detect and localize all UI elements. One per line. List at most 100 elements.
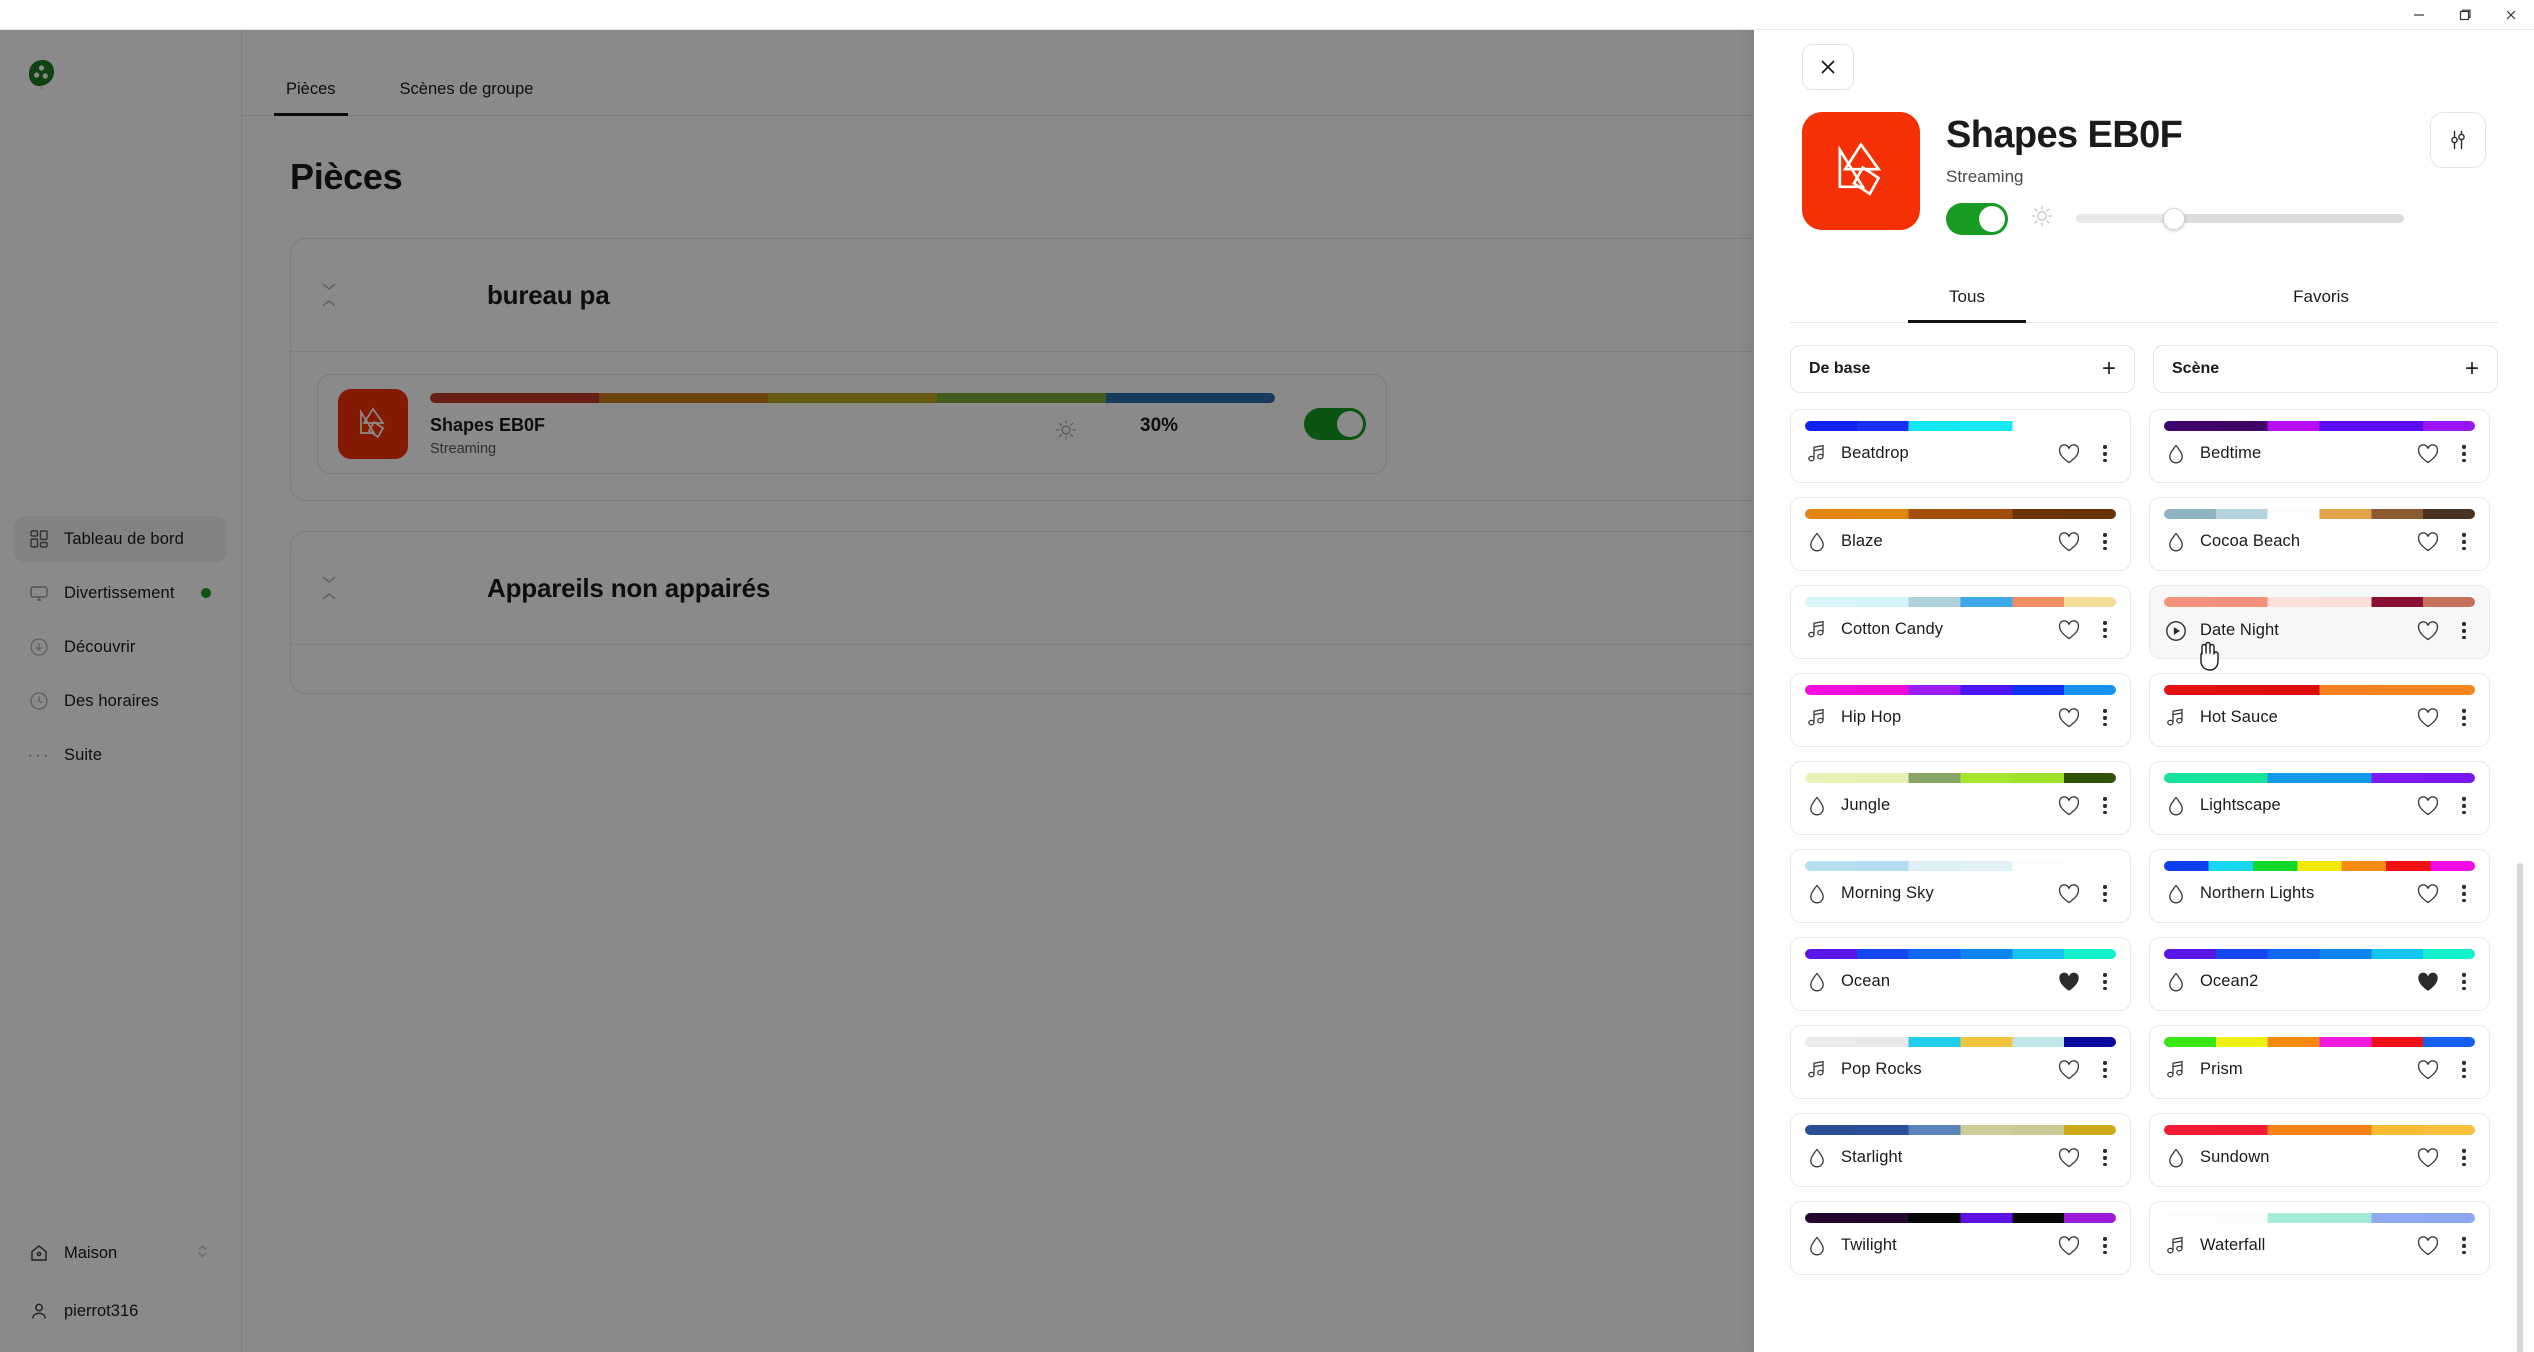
tab-pieces[interactable]: Pièces — [274, 80, 348, 116]
scene-card[interactable]: Sundown — [2149, 1112, 2490, 1187]
more-options-icon[interactable] — [2094, 709, 2116, 727]
more-options-icon[interactable] — [2094, 973, 2116, 991]
scene-card[interactable]: Hip Hop — [1790, 672, 2131, 747]
favorite-outline-icon[interactable] — [2415, 620, 2441, 642]
scene-card[interactable]: Waterfall — [2149, 1200, 2490, 1275]
ellipsis-icon: ··· — [27, 745, 51, 764]
add-icon[interactable]: + — [2102, 356, 2116, 381]
favorite-outline-icon[interactable] — [2415, 1235, 2441, 1257]
more-options-icon[interactable] — [2453, 1149, 2475, 1167]
more-options-icon[interactable] — [2453, 1061, 2475, 1079]
app-logo[interactable] — [0, 30, 241, 116]
favorite-outline-icon[interactable] — [2415, 531, 2441, 553]
panel-close-button[interactable] — [1802, 44, 1854, 90]
favorite-outline-icon[interactable] — [2415, 1147, 2441, 1169]
window-maximize-button[interactable] — [2442, 0, 2488, 30]
scene-card[interactable]: Lightscape — [2149, 760, 2490, 835]
more-options-icon[interactable] — [2453, 885, 2475, 903]
sidebar-item-divertissement[interactable]: Divertissement — [14, 570, 227, 616]
favorite-outline-icon[interactable] — [2415, 1059, 2441, 1081]
favorite-outline-icon[interactable] — [2415, 795, 2441, 817]
device-thumbnail — [338, 389, 408, 459]
favorite-outline-icon[interactable] — [2056, 1059, 2082, 1081]
add-icon[interactable]: + — [2465, 356, 2479, 381]
favorite-outline-icon[interactable] — [2056, 531, 2082, 553]
more-options-icon[interactable] — [2094, 1237, 2116, 1255]
more-options-icon[interactable] — [2453, 533, 2475, 551]
more-options-icon[interactable] — [2094, 797, 2116, 815]
scene-card[interactable]: Ocean2 — [2149, 936, 2490, 1011]
more-options-icon[interactable] — [2094, 885, 2116, 903]
device-power-toggle[interactable] — [1304, 408, 1366, 440]
favorite-outline-icon[interactable] — [2056, 795, 2082, 817]
scene-grid: Beatdrop Blaze Cotton Candy Hip Hop Jungle Mo… — [1790, 408, 2490, 1275]
panel-power-toggle[interactable] — [1946, 202, 2008, 235]
panel-settings-button[interactable] — [2430, 112, 2486, 168]
sidebar-item-suite[interactable]: ··· Suite — [14, 732, 227, 778]
favorite-outline-icon[interactable] — [2056, 1235, 2082, 1257]
panel-tab-tous[interactable]: Tous — [1790, 273, 2144, 322]
more-options-icon[interactable] — [2094, 621, 2116, 639]
panel-device-meta: Shapes EB0F Streaming — [1946, 112, 2404, 235]
scene-list-scroll[interactable]: Beatdrop Blaze Cotton Candy Hip Hop Jungle Mo… — [1754, 393, 2526, 1352]
scene-card[interactable]: Starlight — [1790, 1112, 2131, 1187]
more-options-icon[interactable] — [2453, 1237, 2475, 1255]
more-options-icon[interactable] — [2453, 445, 2475, 463]
sidebar-home-selector[interactable]: Maison — [14, 1230, 227, 1276]
favorite-outline-icon[interactable] — [2415, 443, 2441, 465]
sidebar-item-tableau-de-bord[interactable]: Tableau de bord — [14, 516, 227, 562]
droplet-icon — [1805, 1147, 1829, 1169]
sidebar-item-decouvrir[interactable]: Découvrir — [14, 624, 227, 670]
tab-scenes-de-groupe[interactable]: Scènes de groupe — [388, 80, 546, 115]
favorite-outline-icon[interactable] — [2056, 707, 2082, 729]
chevron-collapse-icon[interactable] — [319, 574, 339, 602]
scene-name: Sundown — [2200, 1148, 2270, 1167]
favorite-outline-icon[interactable] — [2056, 619, 2082, 641]
device-card[interactable]: Shapes EB0F Streaming 30% — [317, 374, 1387, 474]
more-options-icon[interactable] — [2094, 1149, 2116, 1167]
more-options-icon[interactable] — [2453, 973, 2475, 991]
window-close-button[interactable] — [2488, 0, 2534, 30]
scene-card[interactable]: Cocoa Beach — [2149, 496, 2490, 571]
more-options-icon[interactable] — [2453, 622, 2475, 640]
section-header-de-base[interactable]: De base + — [1790, 344, 2135, 393]
more-options-icon[interactable] — [2094, 1061, 2116, 1079]
sidebar-user-label: pierrot316 — [64, 1301, 139, 1320]
scene-row: Starlight — [1805, 1147, 2116, 1169]
sidebar-user[interactable]: pierrot316 — [14, 1288, 227, 1334]
scene-card[interactable]: Twilight — [1790, 1200, 2131, 1275]
scene-card[interactable]: Jungle — [1790, 760, 2131, 835]
favorite-outline-icon[interactable] — [2056, 1147, 2082, 1169]
slider-thumb[interactable] — [2163, 207, 2186, 230]
scene-card[interactable]: Bedtime — [2149, 408, 2490, 483]
scene-card[interactable]: Pop Rocks — [1790, 1024, 2131, 1099]
scene-card[interactable]: Hot Sauce — [2149, 672, 2490, 747]
favorite-outline-icon[interactable] — [2056, 883, 2082, 905]
sidebar-item-des-horaires[interactable]: Des horaires — [14, 678, 227, 724]
panel-tab-favoris[interactable]: Favoris — [2144, 273, 2498, 322]
section-header-scene[interactable]: Scène + — [2153, 344, 2498, 393]
favorite-outline-icon[interactable] — [2415, 707, 2441, 729]
more-options-icon[interactable] — [2094, 445, 2116, 463]
more-options-icon[interactable] — [2453, 797, 2475, 815]
brightness-slider[interactable] — [2076, 206, 2404, 232]
favorite-outline-icon[interactable] — [2056, 443, 2082, 465]
scene-card[interactable]: Beatdrop — [1790, 408, 2131, 483]
scene-card[interactable]: Prism — [2149, 1024, 2490, 1099]
scene-card[interactable]: Ocean — [1790, 936, 2131, 1011]
chevron-collapse-icon[interactable] — [319, 281, 339, 309]
favorite-filled-icon[interactable] — [2056, 971, 2082, 993]
window-minimize-button[interactable] — [2396, 0, 2442, 30]
scene-card[interactable]: Blaze — [1790, 496, 2131, 571]
panel-scrollbar[interactable] — [2517, 862, 2523, 1352]
scene-card[interactable]: Date Night — [2149, 584, 2490, 659]
scene-card[interactable]: Cotton Candy — [1790, 584, 2131, 659]
favorite-outline-icon[interactable] — [2415, 883, 2441, 905]
scene-card[interactable]: Northern Lights — [2149, 848, 2490, 923]
more-options-icon[interactable] — [2453, 709, 2475, 727]
play-icon[interactable] — [2164, 619, 2188, 643]
favorite-filled-icon[interactable] — [2415, 971, 2441, 993]
scene-card[interactable]: Morning Sky — [1790, 848, 2131, 923]
more-options-icon[interactable] — [2094, 533, 2116, 551]
scene-row: Blaze — [1805, 531, 2116, 553]
